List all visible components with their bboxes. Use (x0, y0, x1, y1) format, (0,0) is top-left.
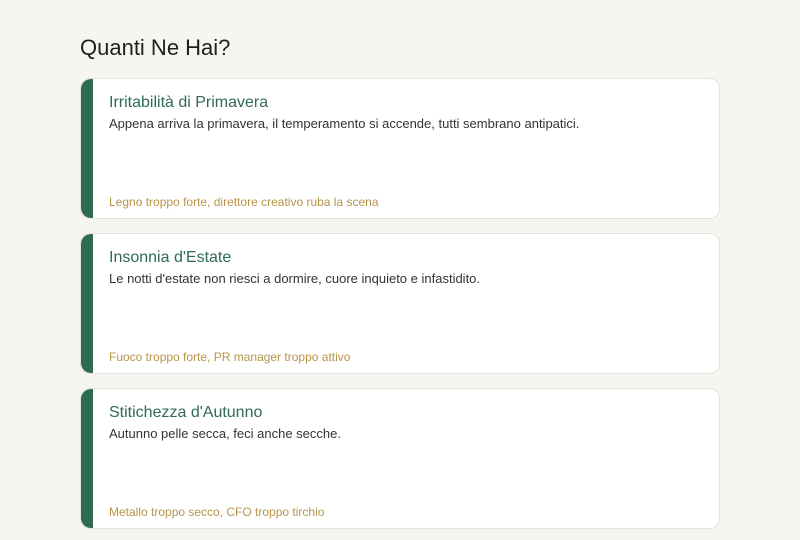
card-title: Stitichezza d'Autunno (109, 404, 263, 421)
card-note: Metallo troppo secco, CFO troppo tirchio (109, 505, 325, 519)
card-title: Insonnia d'Estate (109, 249, 232, 266)
card-spring-irritability[interactable]: Irritabilità di Primavera Appena arriva … (80, 78, 720, 219)
card-description: Appena arriva la primavera, il temperame… (109, 116, 580, 131)
card-note: Fuoco troppo forte, PR manager troppo at… (109, 350, 351, 364)
card-title: Irritabilità di Primavera (109, 94, 269, 111)
card-accent-bar (81, 79, 93, 218)
card-accent-bar (81, 389, 93, 528)
card-summer-insomnia[interactable]: Insonnia d'Estate Le notti d'estate non … (80, 233, 720, 374)
card-description: Autunno pelle secca, feci anche secche. (109, 426, 341, 441)
card-note: Legno troppo forte, direttore creativo r… (109, 195, 379, 209)
card-accent-bar (81, 234, 93, 373)
page-title: Quanti Ne Hai? (80, 35, 231, 60)
card-autumn-constipation[interactable]: Stitichezza d'Autunno Autunno pelle secc… (80, 388, 720, 529)
card-description: Le notti d'estate non riesci a dormire, … (109, 271, 481, 286)
